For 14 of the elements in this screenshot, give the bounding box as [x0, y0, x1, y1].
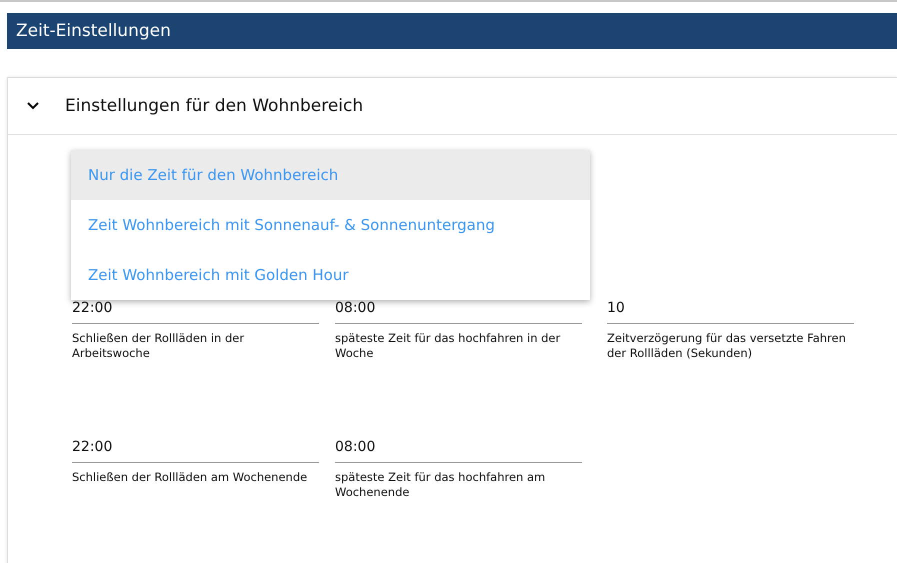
panel-title: Einstellungen für den Wohnbereich	[65, 96, 364, 116]
chevron-icon[interactable]	[27, 102, 39, 110]
input-field[interactable]: 08:00	[335, 294, 582, 324]
input-field[interactable]: 22:00	[72, 433, 319, 463]
input-field[interactable]: 22:00	[72, 294, 319, 324]
input-field[interactable]: 08:00	[335, 433, 582, 463]
field-label: späteste Zeit für das hochfahren am Wochenende	[335, 470, 546, 500]
field-label: späteste Zeit für das hochfahren in der Woche	[335, 331, 562, 361]
field-label: Schließen der Rollläden am Wochenende	[72, 470, 308, 485]
field-label: Schließen der Rollläden in der Arbeitswoche	[72, 331, 246, 361]
input-field[interactable]: 10	[607, 294, 854, 324]
panel-header[interactable]: Einstellungen für den Wohnbereich	[8, 78, 897, 135]
field-label: Zeitverzögerung für das versetzte Fahren der Rollläden (Sekunden)	[607, 331, 847, 361]
page-title: Zeit-Einstellungen	[16, 21, 171, 41]
